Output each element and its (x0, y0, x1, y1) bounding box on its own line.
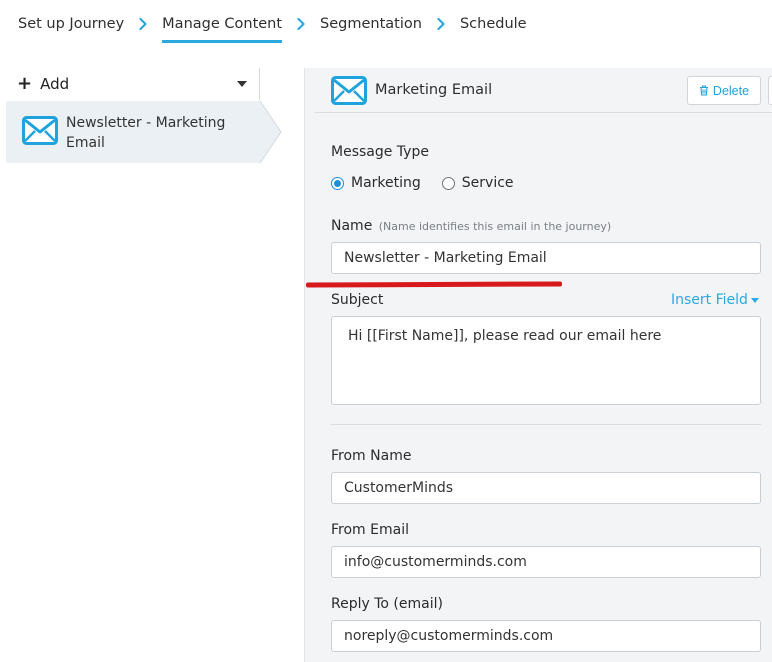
from-name-input[interactable]: CustomerMinds (331, 472, 761, 504)
mail-icon (22, 116, 58, 145)
radio-service[interactable]: Service (441, 175, 514, 191)
subject-label: Subject (331, 292, 384, 308)
add-content-dropdown[interactable]: + Add (6, 68, 260, 100)
trash-icon (699, 85, 708, 96)
content-item-newsletter[interactable]: Newsletter - Marketing Email (6, 101, 282, 163)
breadcrumb-step-segmentation[interactable]: Segmentation (320, 16, 422, 40)
radio-button-checked[interactable] (331, 176, 344, 190)
add-label: Add (40, 75, 70, 93)
breadcrumb-step-manage-content[interactable]: Manage Content (162, 16, 283, 43)
insert-field-dropdown[interactable]: Insert Field (671, 292, 759, 308)
plus-icon: + (17, 73, 33, 94)
chevron-right-icon (282, 16, 320, 30)
radio-button[interactable] (441, 176, 455, 190)
from-email-label: From Email (331, 522, 409, 538)
content-item-title: Newsletter - Marketing Email (66, 115, 226, 151)
chevron-right-icon (422, 16, 460, 30)
name-label: Name (Name identifies this email in the … (331, 218, 612, 234)
message-type-label: Message Type (331, 144, 429, 160)
name-input[interactable]: Newsletter - Marketing Email (331, 242, 761, 274)
from-email-input[interactable]: info@customerminds.com (331, 546, 761, 578)
content-list-panel: + Add Newsletter - Marketing Email (6, 68, 282, 163)
radio-marketing[interactable]: Marketing (331, 175, 421, 191)
caret-down-icon (237, 81, 247, 87)
from-name-label: From Name (331, 448, 412, 464)
editor-header: Marketing Email Delete (315, 68, 772, 113)
reply-to-input[interactable]: noreply@customerminds.com (331, 620, 761, 652)
delete-button[interactable]: Delete (687, 76, 761, 105)
reply-to-label: Reply To (email) (331, 596, 443, 612)
message-type-radio-group: Marketing Service (331, 175, 535, 191)
divider (331, 424, 761, 425)
mail-icon (331, 76, 367, 105)
breadcrumb: Set up Journey Manage Content Segmentati… (18, 16, 527, 46)
breadcrumb-step-schedule[interactable]: Schedule (460, 16, 527, 40)
editor-title: Marketing Email (375, 82, 493, 98)
header-action-button[interactable] (768, 76, 772, 105)
caret-down-icon (750, 297, 759, 303)
name-hint: (Name identifies this email in the journ… (378, 220, 612, 233)
email-editor-panel: Marketing Email Delete Message Type Mark… (304, 68, 772, 662)
breadcrumb-step-setup-journey[interactable]: Set up Journey (18, 16, 124, 40)
delete-label: Delete (712, 83, 750, 98)
chevron-right-icon (124, 16, 162, 30)
subject-textarea[interactable]: Hi [[First Name]], please read our email… (331, 316, 761, 405)
